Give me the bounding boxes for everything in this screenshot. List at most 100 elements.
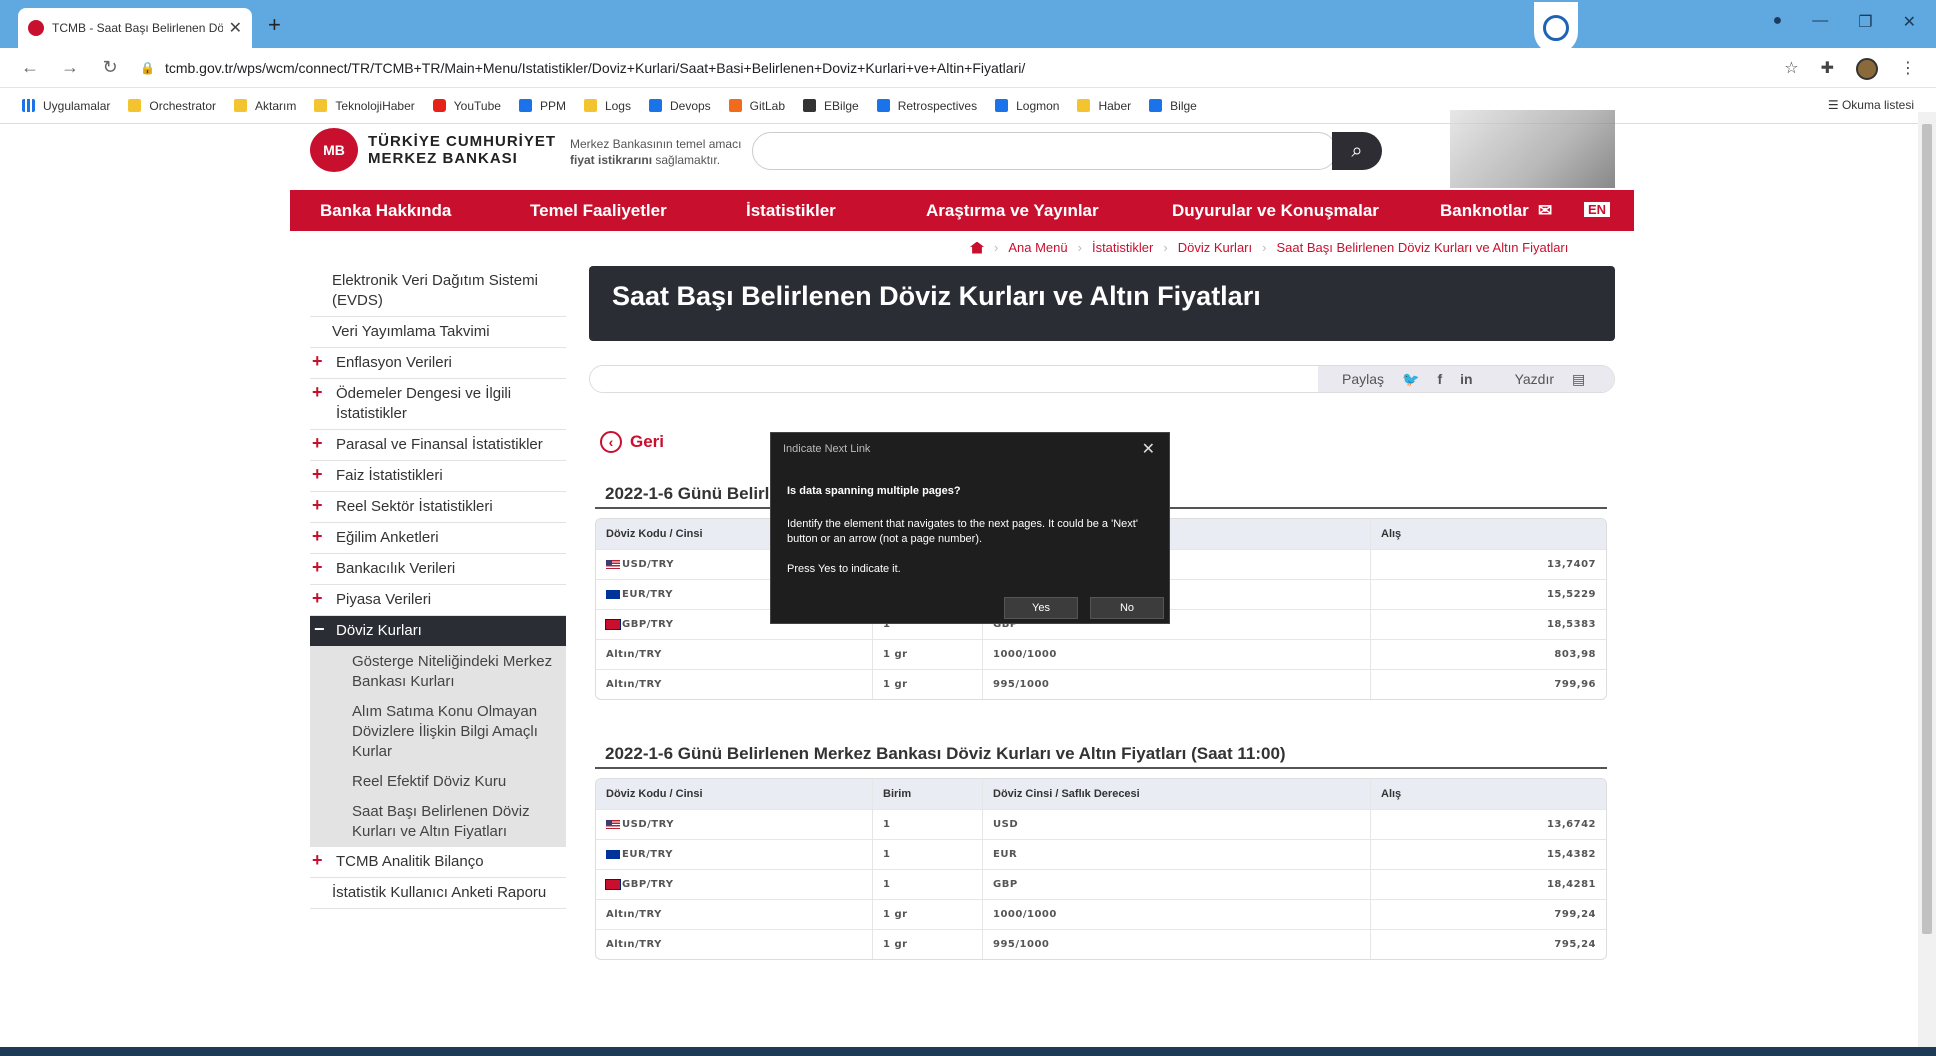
site-search-input[interactable] bbox=[752, 132, 1337, 170]
sidebar-item-doviz-kurlari[interactable]: Döviz Kurları bbox=[310, 616, 566, 647]
share-bar: Paylaş 🐦 f in Yazdır ▤ bbox=[589, 365, 1615, 393]
back-arrow-icon[interactable]: ← bbox=[20, 57, 40, 78]
bookmark-apps[interactable]: Uygulamalar bbox=[22, 99, 110, 113]
table-row: Altın/TRY 1 gr 1000/1000 799,24 bbox=[596, 899, 1606, 929]
nav-istatistikler[interactable]: İstatistikler bbox=[746, 201, 836, 221]
sidebar-item-faiz[interactable]: Faiz İstatistikleri bbox=[310, 461, 566, 492]
tcmb-favicon-icon bbox=[28, 20, 44, 36]
table-row: Altın/TRY 1 gr 995/1000 799,96 bbox=[596, 669, 1606, 699]
bookmark-gitlab[interactable]: GitLab bbox=[728, 99, 785, 113]
tcmb-logo[interactable]: MB TÜRKİYE CUMHURİYET MERKEZ BANKASI bbox=[310, 128, 556, 172]
extensions-icon[interactable]: ✚ bbox=[1821, 58, 1834, 80]
linkedin-icon[interactable]: in bbox=[1460, 371, 1472, 387]
more-menu-icon[interactable]: ⋮ bbox=[1900, 58, 1916, 80]
forward-arrow-icon[interactable]: → bbox=[60, 57, 80, 78]
yes-button[interactable]: Yes bbox=[1004, 597, 1078, 619]
nav-duyurular[interactable]: Duyurular ve Konuşmalar bbox=[1172, 201, 1379, 221]
sidebar-subitem-gosterge[interactable]: Gösterge Niteliğindeki Merkez Bankası Ku… bbox=[310, 647, 566, 697]
nav-arastirma-yayinlar[interactable]: Araştırma ve Yayınlar bbox=[926, 201, 1099, 221]
star-icon[interactable]: ☆ bbox=[1784, 58, 1798, 80]
currency-code: USD/TRY bbox=[622, 559, 674, 570]
bookmark-bilge[interactable]: Bilge bbox=[1149, 99, 1197, 113]
ebilge-icon bbox=[803, 99, 817, 112]
breadcrumb-current[interactable]: Saat Başı Belirlenen Döviz Kurları ve Al… bbox=[1276, 240, 1568, 255]
chevron-left-icon: ‹ bbox=[600, 431, 622, 453]
bookmark-logmon[interactable]: Logmon bbox=[995, 99, 1059, 113]
bookmark-ppm[interactable]: PPM bbox=[518, 99, 566, 113]
lock-icon: 🔒 bbox=[140, 60, 155, 75]
flag-gb-icon bbox=[605, 879, 621, 890]
sidebar-subitem-alim-satima[interactable]: Alım Satıma Konu Olmayan Dövizlere İlişk… bbox=[310, 697, 566, 767]
search-icon[interactable]: ⌕ bbox=[1332, 132, 1382, 170]
reload-icon[interactable]: ↻ bbox=[100, 57, 120, 78]
currency-type: 995/1000 bbox=[983, 930, 1371, 959]
buy-rate: 799,96 bbox=[1554, 679, 1596, 690]
currency-type: EUR bbox=[983, 840, 1371, 869]
home-icon[interactable] bbox=[970, 241, 984, 254]
bookmark-logs[interactable]: Logs bbox=[583, 99, 631, 113]
unit: 1 bbox=[873, 810, 983, 839]
bookmark-youtube[interactable]: YouTube bbox=[432, 99, 501, 113]
unit: 1 gr bbox=[873, 900, 983, 929]
sidebar-item-bankacilik[interactable]: Bankacılık Verileri bbox=[310, 554, 566, 585]
maximize-icon[interactable]: ❐ bbox=[1858, 12, 1872, 32]
table-row: Altın/TRY 1 gr 1000/1000 803,98 bbox=[596, 639, 1606, 669]
new-tab-icon[interactable]: + bbox=[268, 12, 281, 38]
language-en-button[interactable]: EN bbox=[1584, 202, 1611, 217]
table-row: USD/TRY 1 USD 13,6742 bbox=[596, 809, 1606, 839]
page-scrollbar[interactable] bbox=[1918, 112, 1936, 1056]
breadcrumb-doviz-kurlari[interactable]: Döviz Kurları bbox=[1178, 240, 1252, 255]
profile-menu-icon[interactable]: ● bbox=[1773, 12, 1783, 32]
tab-title: TCMB - Saat Başı Belirlenen Dövi bbox=[52, 21, 223, 35]
print-button[interactable]: Yazdır bbox=[1515, 371, 1554, 387]
chevron-right-icon: › bbox=[1262, 240, 1267, 255]
browser-tab[interactable]: TCMB - Saat Başı Belirlenen Dövi ✕ bbox=[18, 8, 252, 48]
close-window-icon[interactable]: ✕ bbox=[1903, 12, 1916, 32]
mail-icon[interactable]: ✉ bbox=[1538, 201, 1552, 221]
nav-banka-hakkinda[interactable]: Banka Hakkında bbox=[320, 201, 451, 221]
dialog-body: Identify the element that navigates to t… bbox=[787, 518, 1138, 545]
sidebar-subitem-reel-efektif[interactable]: Reel Efektif Döviz Kuru bbox=[310, 767, 566, 797]
reading-list-button[interactable]: ☰ Okuma listesi bbox=[1828, 98, 1914, 112]
printer-icon[interactable]: ▤ bbox=[1572, 371, 1585, 388]
sidebar-subitem-saat-basi[interactable]: Saat Başı Belirlenen Döviz Kurları ve Al… bbox=[310, 797, 566, 847]
bookmark-teknolojihaber[interactable]: TeknolojiHaber bbox=[314, 99, 415, 113]
bookmark-orchestrator[interactable]: Orchestrator bbox=[128, 99, 216, 113]
close-icon[interactable]: ✕ bbox=[1142, 439, 1155, 459]
unit: 1 gr bbox=[873, 930, 983, 959]
back-button[interactable]: ‹ Geri bbox=[600, 431, 664, 453]
flag-us-icon bbox=[606, 820, 620, 829]
sidebar-item-kullanici-anketi[interactable]: İstatistik Kullanıcı Anketi Raporu bbox=[310, 878, 566, 909]
sidebar-item-reel-sektor[interactable]: Reel Sektör İstatistikleri bbox=[310, 492, 566, 523]
bookmark-devops[interactable]: Devops bbox=[648, 99, 711, 113]
facebook-icon[interactable]: f bbox=[1437, 371, 1442, 387]
sidebar-item-parasal-finansal[interactable]: Parasal ve Finansal İstatistikler bbox=[310, 430, 566, 461]
no-button[interactable]: No bbox=[1090, 597, 1164, 619]
bookmark-ebilge[interactable]: EBilge bbox=[803, 99, 859, 113]
sidebar-item-enflasyon[interactable]: Enflasyon Verileri bbox=[310, 348, 566, 379]
url-field[interactable]: 🔒 tcmb.gov.tr/wps/wcm/connect/TR/TCMB+TR… bbox=[140, 60, 1025, 76]
bookmark-aktarim[interactable]: Aktarım bbox=[234, 99, 296, 113]
chevron-right-icon: › bbox=[1077, 240, 1082, 255]
sidebar-item-egilim[interactable]: Eğilim Anketleri bbox=[310, 523, 566, 554]
flag-eu-icon bbox=[606, 590, 620, 599]
bookmark-haber[interactable]: Haber bbox=[1077, 99, 1131, 113]
minimize-icon[interactable]: — bbox=[1812, 12, 1828, 32]
sidebar-item-veri-yayimlama[interactable]: Veri Yayımlama Takvimi bbox=[310, 317, 566, 348]
extension-bubble-icon[interactable] bbox=[1534, 2, 1578, 54]
twitter-icon[interactable]: 🐦 bbox=[1402, 371, 1419, 388]
sidebar-item-piyasa[interactable]: Piyasa Verileri bbox=[310, 585, 566, 616]
sidebar: Elektronik Veri Dağıtım Sistemi (EVDS) V… bbox=[310, 266, 566, 909]
bookmark-retrospectives[interactable]: Retrospectives bbox=[876, 99, 977, 113]
close-tab-icon[interactable]: ✕ bbox=[229, 18, 242, 38]
nav-banknotlar[interactable]: Banknotlar bbox=[1440, 201, 1529, 221]
sidebar-item-evds[interactable]: Elektronik Veri Dağıtım Sistemi (EVDS) bbox=[310, 266, 566, 317]
scrollbar-thumb[interactable] bbox=[1922, 124, 1932, 934]
avatar[interactable] bbox=[1856, 58, 1878, 80]
sidebar-item-odemeler-dengesi[interactable]: Ödemeler Dengesi ve İlgili İstatistikler bbox=[310, 379, 566, 430]
breadcrumb-istatistikler[interactable]: İstatistikler bbox=[1092, 240, 1153, 255]
sidebar-item-analitik-bilanco[interactable]: TCMB Analitik Bilanço bbox=[310, 847, 566, 878]
breadcrumb-ana-menu[interactable]: Ana Menü bbox=[1008, 240, 1067, 255]
nav-temel-faaliyetler[interactable]: Temel Faaliyetler bbox=[530, 201, 667, 221]
devops-icon bbox=[648, 99, 662, 112]
